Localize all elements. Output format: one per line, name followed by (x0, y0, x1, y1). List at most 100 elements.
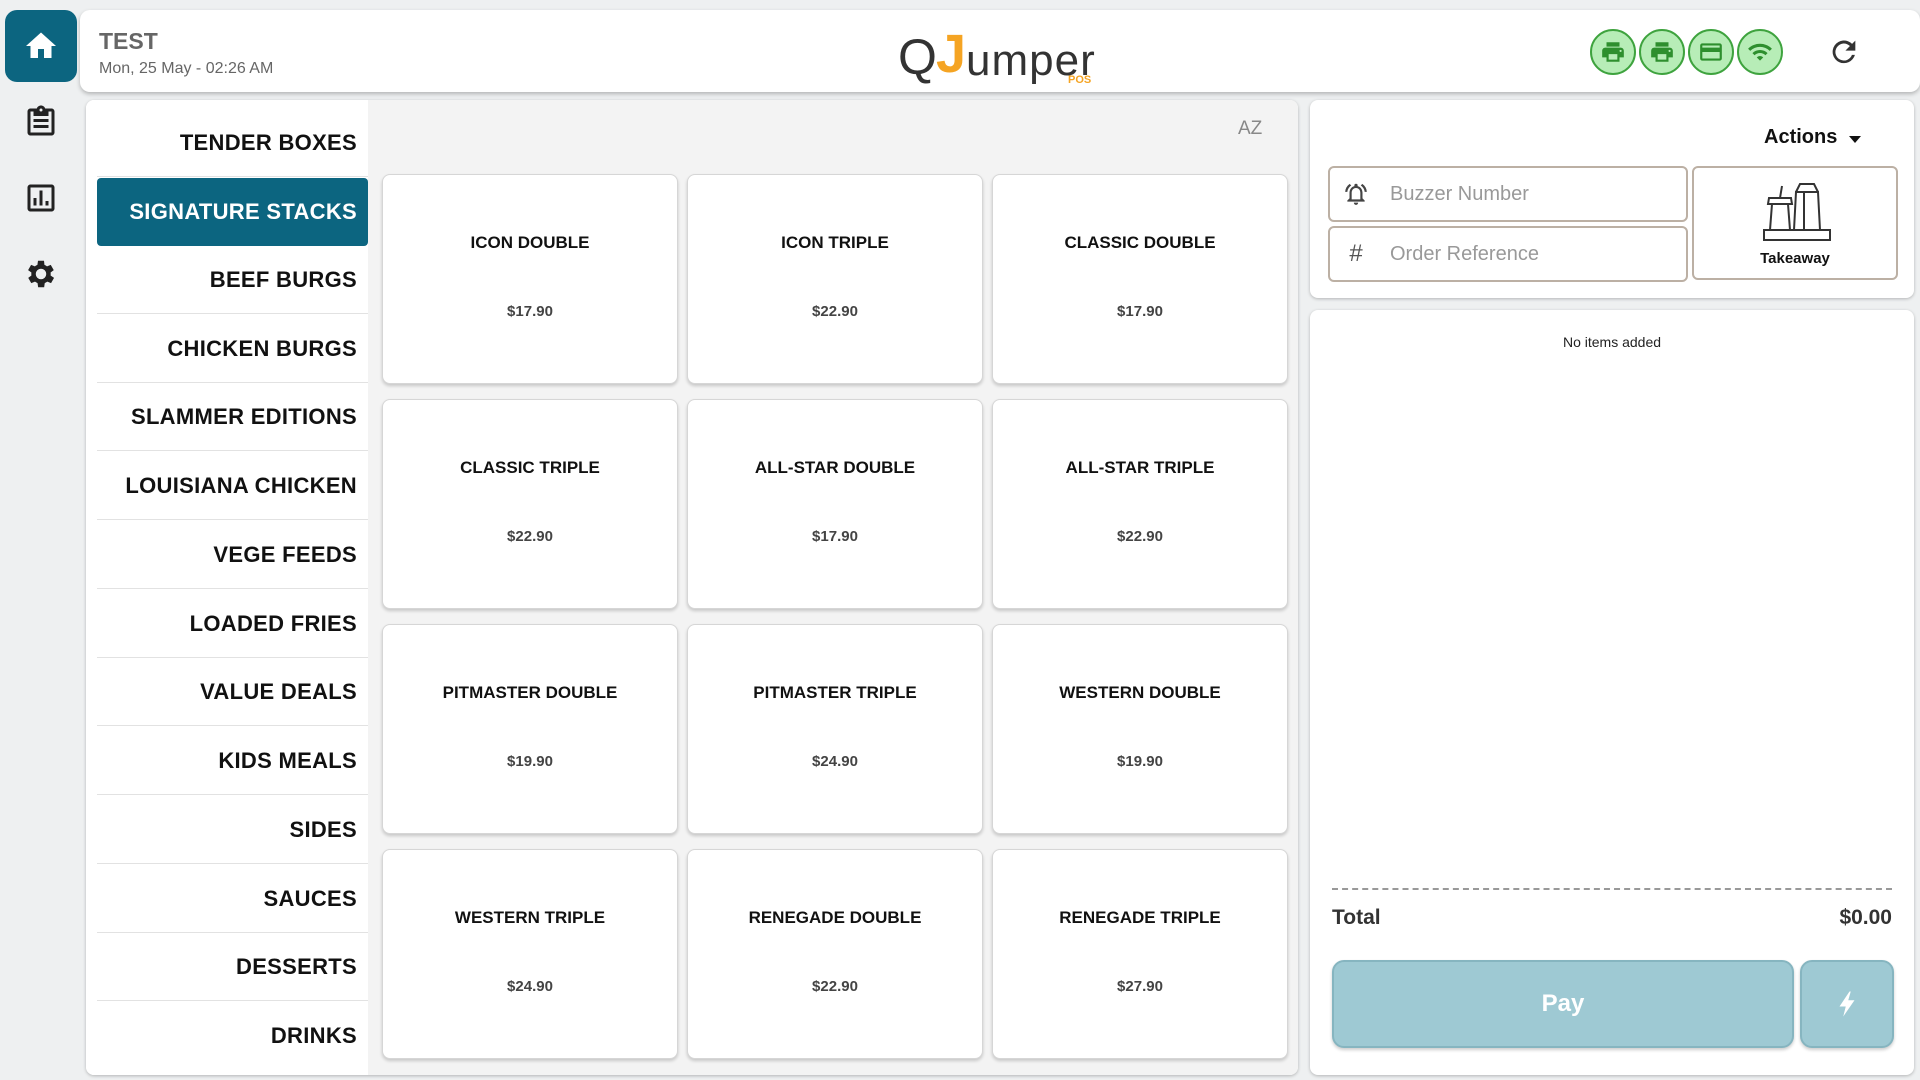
printer-status-2[interactable] (1639, 29, 1685, 75)
order-type-label: Takeaway (1760, 250, 1830, 267)
product-tile[interactable]: ICON TRIPLE $22.90 (687, 174, 983, 384)
product-name: ICON DOUBLE (470, 233, 590, 252)
category-slammer-editions[interactable]: SLAMMER EDITIONS (97, 383, 368, 451)
actions-label: Actions (1764, 126, 1838, 148)
wifi-icon (1748, 43, 1772, 61)
clipboard-icon (27, 105, 55, 136)
category-kids-meals[interactable]: KIDS MEALS (97, 727, 368, 795)
order-reference-field: # (1328, 226, 1688, 282)
product-tile[interactable]: ALL-STAR TRIPLE $22.90 (992, 399, 1288, 609)
network-status[interactable] (1737, 29, 1783, 75)
caret-down-icon (1849, 135, 1862, 143)
total-divider (1332, 888, 1892, 890)
category-tender-boxes[interactable]: TENDER BOXES (97, 109, 368, 177)
top-header: TEST Mon, 25 May - 02:26 AM Q J umper PO… (80, 10, 1920, 92)
product-name: PITMASTER DOUBLE (442, 683, 618, 702)
product-tile[interactable]: CLASSIC DOUBLE $17.90 (992, 174, 1288, 384)
logo-pos-tag: POS (1068, 74, 1092, 86)
order-cart-panel: No items added Total $0.00 Pay (1310, 310, 1914, 1075)
buzzer-number-input[interactable] (1388, 181, 1668, 207)
product-price: $22.90 (812, 978, 858, 995)
pay-button[interactable]: Pay (1332, 960, 1794, 1048)
printer-status-1[interactable] (1590, 29, 1636, 75)
pay-button-label: Pay (1541, 990, 1585, 1017)
store-name: TEST (99, 28, 158, 54)
credit-card-icon (1700, 43, 1722, 61)
nav-reports-button[interactable] (5, 162, 77, 234)
product-price: $19.90 (1117, 753, 1163, 770)
sort-az-icon: AZ (1238, 118, 1263, 139)
product-price: $24.90 (812, 753, 858, 770)
takeaway-bag-icon (1763, 183, 1831, 241)
bell-icon (1342, 180, 1370, 208)
printer-icon (1602, 42, 1624, 62)
nav-settings-button[interactable] (5, 238, 77, 310)
category-sauces[interactable]: SAUCES (97, 865, 368, 933)
product-tile[interactable]: PITMASTER TRIPLE $24.90 (687, 624, 983, 834)
category-louisiana-chicken[interactable]: LOUISIANA CHICKEN (97, 452, 368, 520)
product-price: $17.90 (1117, 303, 1163, 320)
product-tile[interactable]: ICON DOUBLE $17.90 (382, 174, 678, 384)
product-name: CLASSIC TRIPLE (460, 458, 600, 477)
product-tile[interactable]: WESTERN DOUBLE $19.90 (992, 624, 1288, 834)
store-datetime: Mon, 25 May - 02:26 AM (99, 60, 274, 77)
nav-rail (0, 0, 80, 1080)
product-tile[interactable]: PITMASTER DOUBLE $19.90 (382, 624, 678, 834)
product-price: $24.90 (507, 978, 553, 995)
device-status-group (1590, 29, 1783, 75)
bar-chart-icon (27, 184, 55, 212)
category-list: TENDER BOXES SIGNATURE STACKS BEEF BURGS… (86, 100, 368, 1075)
product-name: WESTERN DOUBLE (1059, 683, 1221, 702)
product-name: RENEGADE DOUBLE (748, 908, 922, 927)
category-desserts[interactable]: DESSERTS (97, 933, 368, 1001)
category-signature-stacks[interactable]: SIGNATURE STACKS (97, 178, 368, 246)
home-icon (26, 32, 56, 58)
product-price: $27.90 (1117, 978, 1163, 995)
lightning-icon (1839, 991, 1855, 1017)
product-price: $22.90 (507, 528, 553, 545)
category-chicken-burgs[interactable]: CHICKEN BURGS (97, 315, 368, 383)
sort-az-button[interactable]: AZ (1238, 118, 1268, 148)
product-tile[interactable]: RENEGADE DOUBLE $22.90 (687, 849, 983, 1059)
category-drinks[interactable]: DRINKS (97, 1002, 368, 1070)
quick-pay-button[interactable] (1800, 960, 1894, 1048)
qjumper-logo: Q J umper POS (898, 18, 1098, 88)
total-value: $0.00 (1839, 906, 1892, 929)
nav-home-button[interactable] (5, 10, 77, 82)
product-price: $19.90 (507, 753, 553, 770)
category-vege-feeds[interactable]: VEGE FEEDS (97, 521, 368, 589)
product-name: RENEGADE TRIPLE (1059, 908, 1221, 927)
product-price: $22.90 (812, 303, 858, 320)
takeaway-order-type-button[interactable]: Takeaway (1692, 166, 1898, 280)
category-sides[interactable]: SIDES (97, 796, 368, 864)
product-name: ICON TRIPLE (781, 233, 889, 252)
category-value-deals[interactable]: VALUE DEALS (97, 658, 368, 726)
product-name: ALL-STAR DOUBLE (754, 458, 916, 477)
empty-cart-message: No items added (1562, 334, 1662, 350)
product-tile[interactable]: RENEGADE TRIPLE $27.90 (992, 849, 1288, 1059)
product-price: $22.90 (1117, 528, 1163, 545)
refresh-button[interactable] (1824, 32, 1864, 72)
product-tile[interactable]: WESTERN TRIPLE $24.90 (382, 849, 678, 1059)
hash-icon: # (1349, 240, 1363, 267)
category-beef-burgs[interactable]: BEEF BURGS (97, 246, 368, 314)
product-tile[interactable]: CLASSIC TRIPLE $22.90 (382, 399, 678, 609)
actions-dropdown[interactable]: Actions (1764, 126, 1862, 149)
product-name: WESTERN TRIPLE (454, 908, 606, 927)
printer-icon (1651, 42, 1673, 62)
product-price: $17.90 (507, 303, 553, 320)
card-terminal-status[interactable] (1688, 29, 1734, 75)
total-label: Total (1332, 906, 1381, 929)
order-options-panel: Actions # Takeaway (1310, 100, 1914, 298)
product-name: ALL-STAR TRIPLE (1065, 458, 1215, 477)
nav-orders-button[interactable] (5, 86, 77, 158)
category-loaded-fries[interactable]: LOADED FRIES (97, 590, 368, 658)
product-name: CLASSIC DOUBLE (1064, 233, 1216, 252)
buzzer-number-field (1328, 166, 1688, 222)
logo-letter-j: J (936, 24, 967, 84)
gear-icon (28, 260, 55, 288)
product-price: $17.90 (812, 528, 858, 545)
order-reference-input[interactable] (1388, 241, 1668, 267)
logo-letter-q: Q (898, 29, 937, 85)
product-tile[interactable]: ALL-STAR DOUBLE $17.90 (687, 399, 983, 609)
